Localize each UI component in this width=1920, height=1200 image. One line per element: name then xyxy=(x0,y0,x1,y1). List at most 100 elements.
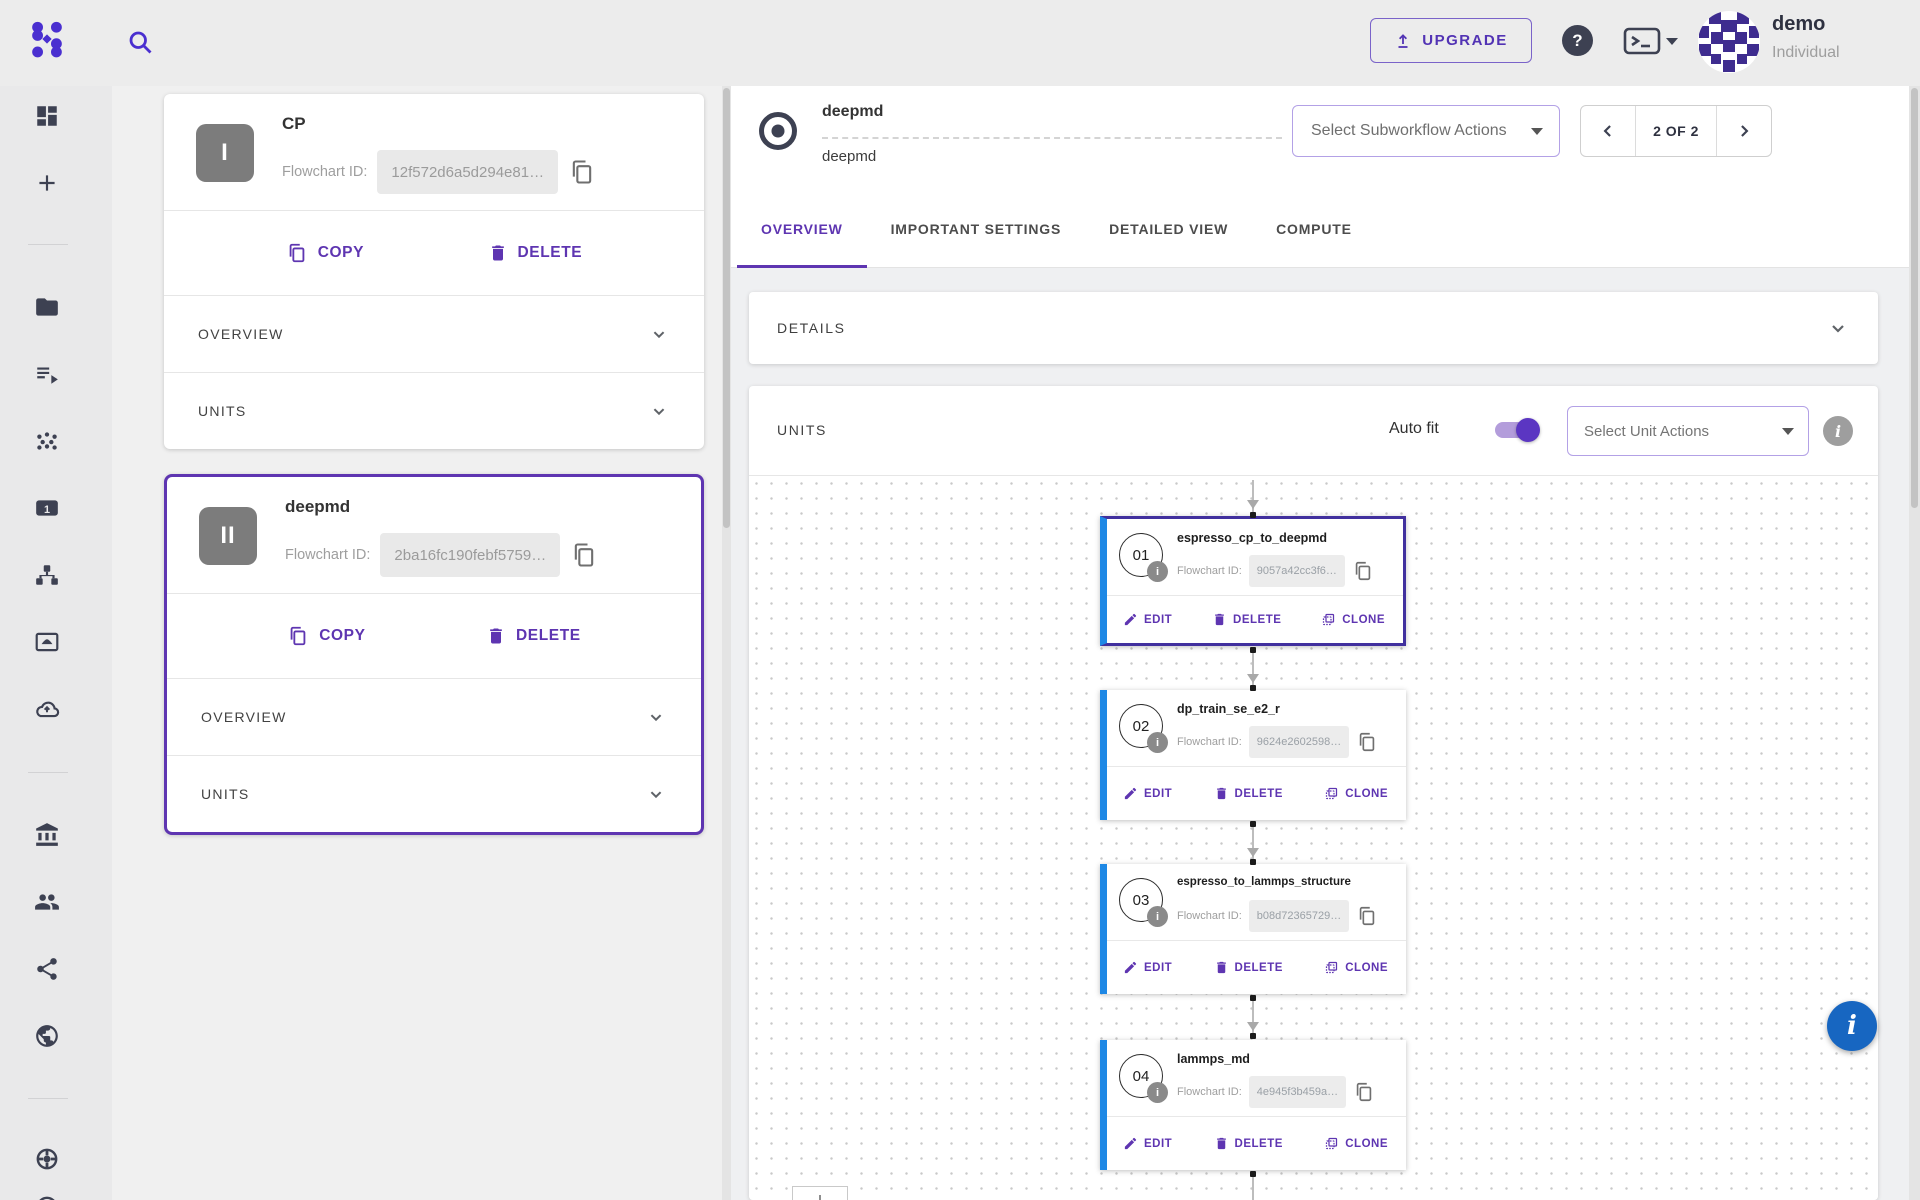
avatar[interactable] xyxy=(1698,11,1760,73)
share-icon[interactable] xyxy=(34,956,60,982)
jobs-list-icon[interactable] xyxy=(34,361,60,387)
flowchart-id-value: 9057a42cc3f6… xyxy=(1249,555,1345,587)
workflow-card-cp[interactable]: I CP Flowchart ID: 12f572d6a5d294e81… CO… xyxy=(164,94,704,449)
copy-icon[interactable] xyxy=(1352,560,1374,582)
edit-unit-button[interactable]: EDIT xyxy=(1123,612,1172,627)
next-page-button[interactable] xyxy=(1717,106,1771,156)
unit-title: espresso_to_lammps_structure xyxy=(1177,876,1351,888)
unit-info-badge[interactable]: i xyxy=(1147,1082,1168,1103)
subworkflow-tabs: OVERVIEW IMPORTANT SETTINGS DETAILED VIE… xyxy=(737,190,1376,268)
unit-card-dp-train-se-e2-r[interactable]: 02 i dp_train_se_e2_r Flowchart ID: 9624… xyxy=(1100,690,1406,820)
rail-divider xyxy=(28,1098,68,1099)
copy-icon[interactable] xyxy=(570,541,598,569)
help-icon[interactable]: ? xyxy=(1562,25,1593,56)
terminal-icon xyxy=(1623,26,1661,56)
autofit-toggle[interactable] xyxy=(1495,422,1537,438)
delete-workflow-button[interactable]: DELETE xyxy=(486,626,581,646)
connector xyxy=(1252,480,1254,516)
tab-compute[interactable]: COMPUTE xyxy=(1252,190,1376,268)
edit-unit-button[interactable]: EDIT xyxy=(1123,786,1172,801)
copy-icon[interactable] xyxy=(1356,731,1378,753)
radio-selected-icon xyxy=(755,108,801,154)
unit-card-lammps-md[interactable]: 04 i lammps_md Flowchart ID: 4e945f3b459… xyxy=(1100,1040,1406,1170)
unit-title: dp_train_se_e2_r xyxy=(1177,702,1280,716)
dashboard-icon[interactable] xyxy=(34,103,60,129)
connector-arrow xyxy=(1247,1022,1259,1031)
copy-workflow-button[interactable]: COPY xyxy=(287,625,365,647)
flowchart-id-label: Flowchart ID: xyxy=(1177,565,1242,577)
overview-accordion[interactable]: OVERVIEW xyxy=(164,296,704,372)
user-role: Individual xyxy=(1772,44,1840,62)
bank-card-icon[interactable]: 1 xyxy=(34,495,60,521)
flowchart-id-value: b08d72365729… xyxy=(1249,900,1349,932)
page-indicator: 2 OF 2 xyxy=(1635,106,1717,156)
overview-accordion[interactable]: OVERVIEW xyxy=(167,679,701,755)
unit-card-espresso-to-lammps-structure[interactable]: 03 i espresso_to_lammps_structure Flowch… xyxy=(1100,864,1406,994)
copy-icon[interactable] xyxy=(1356,905,1378,927)
tab-important-settings[interactable]: IMPORTANT SETTINGS xyxy=(867,190,1085,268)
add-icon[interactable] xyxy=(34,170,60,196)
clone-unit-button[interactable]: CLONE xyxy=(1324,786,1388,801)
bank-icon[interactable] xyxy=(34,822,60,848)
canvas-zoom-control[interactable] xyxy=(792,1186,848,1200)
connector-dot xyxy=(1250,1033,1256,1039)
support-icon[interactable] xyxy=(34,1194,60,1200)
prev-page-button[interactable] xyxy=(1581,106,1635,156)
topbar: UPGRADE ? xyxy=(0,0,1920,86)
connector-dot xyxy=(1250,859,1256,865)
delete-unit-button[interactable]: DELETE xyxy=(1214,1136,1283,1151)
flowchart-id-value: 9624e2602598… xyxy=(1249,726,1349,758)
page-scrollbar[interactable] xyxy=(1909,0,1920,1200)
user-name[interactable]: demo xyxy=(1772,13,1825,36)
workflow-title: deepmd xyxy=(285,497,350,517)
console-menu[interactable] xyxy=(1623,26,1693,56)
delete-unit-button[interactable]: DELETE xyxy=(1214,960,1283,975)
tab-detailed-view[interactable]: DETAILED VIEW xyxy=(1085,190,1252,268)
clone-unit-button[interactable]: CLONE xyxy=(1321,612,1385,627)
subworkflow-subtitle: deepmd xyxy=(822,148,876,165)
subworkflow-title[interactable]: deepmd xyxy=(822,103,883,121)
workflow-card-deepmd[interactable]: II deepmd Flowchart ID: 2ba16fc190febf57… xyxy=(164,474,704,835)
units-accordion[interactable]: UNITS xyxy=(167,756,701,832)
copy-workflow-button[interactable]: COPY xyxy=(286,242,364,264)
unit-actions-select[interactable]: Select Unit Actions xyxy=(1567,406,1809,456)
cloud-upload-icon[interactable] xyxy=(34,696,60,722)
folder-icon[interactable] xyxy=(34,294,60,320)
unit-info-badge[interactable]: i xyxy=(1147,906,1168,927)
helm-icon[interactable] xyxy=(34,1146,60,1172)
app-logo-icon[interactable] xyxy=(27,19,67,59)
delete-workflow-button[interactable]: DELETE xyxy=(488,243,583,263)
clone-unit-button[interactable]: CLONE xyxy=(1324,960,1388,975)
edit-unit-button[interactable]: EDIT xyxy=(1123,1136,1172,1151)
unit-info-badge[interactable]: i xyxy=(1147,732,1168,753)
workflow-tree-icon[interactable] xyxy=(34,562,60,588)
chevron-down-icon xyxy=(648,400,670,422)
image-icon[interactable] xyxy=(34,629,60,655)
flowchart-id-label: Flowchart ID: xyxy=(1177,736,1242,748)
delete-unit-button[interactable]: DELETE xyxy=(1212,612,1281,627)
subworkflow-actions-select[interactable]: Select Subworkflow Actions xyxy=(1292,105,1560,157)
upgrade-button[interactable]: UPGRADE xyxy=(1370,18,1532,63)
unit-card-espresso-cp-to-deepmd[interactable]: 01 i espresso_cp_to_deepmd Flowchart ID:… xyxy=(1100,516,1406,646)
connector-dot xyxy=(1250,647,1256,653)
connector-dot xyxy=(1250,995,1256,1001)
details-accordion[interactable]: DETAILS xyxy=(749,292,1878,364)
delete-unit-button[interactable]: DELETE xyxy=(1214,786,1283,801)
materials-cluster-icon[interactable] xyxy=(34,428,60,454)
unit-info-badge[interactable]: i xyxy=(1147,561,1168,582)
tab-overview[interactable]: OVERVIEW xyxy=(737,190,867,268)
info-icon[interactable]: i xyxy=(1823,416,1853,446)
clone-unit-button[interactable]: CLONE xyxy=(1324,1136,1388,1151)
info-fab[interactable]: i xyxy=(1827,1001,1877,1051)
subworkflow-header: deepmd deepmd Select Subworkflow Actions… xyxy=(731,86,1909,268)
search-icon[interactable] xyxy=(126,28,154,56)
left-panel-scrollbar[interactable] xyxy=(722,86,731,1200)
connector-dot xyxy=(1250,1171,1256,1177)
copy-icon[interactable] xyxy=(1353,1081,1375,1103)
edit-unit-button[interactable]: EDIT xyxy=(1123,960,1172,975)
copy-icon[interactable] xyxy=(568,158,596,186)
chevron-down-icon xyxy=(1782,428,1794,435)
globe-icon[interactable] xyxy=(34,1023,60,1049)
team-icon[interactable] xyxy=(34,889,60,915)
units-accordion[interactable]: UNITS xyxy=(164,373,704,449)
